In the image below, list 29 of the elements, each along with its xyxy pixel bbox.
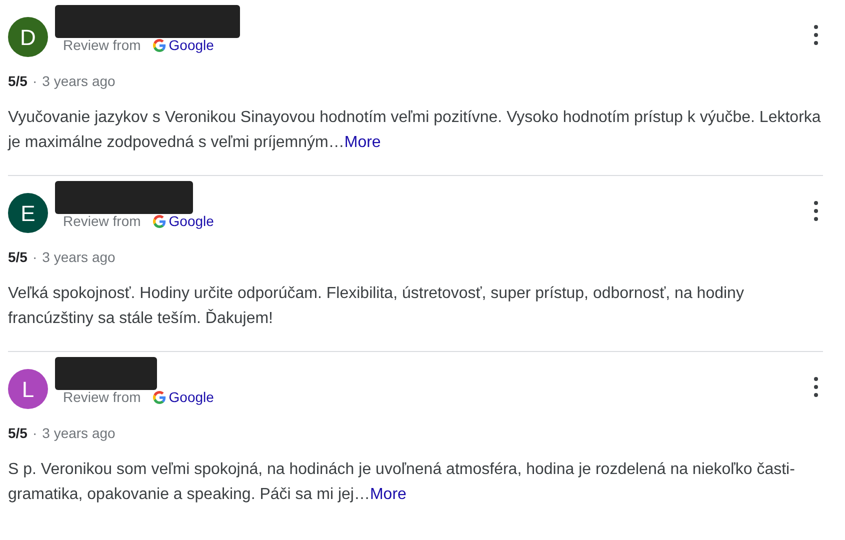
google-link[interactable]: Google (168, 37, 214, 53)
rating: 5/5 (8, 72, 28, 90)
review-source-label: Review from (63, 389, 141, 405)
google-g-icon (152, 38, 166, 52)
review-source-label: Review from (63, 37, 141, 53)
avatar-initial: L (22, 376, 34, 404)
review-source-label: Review from (63, 213, 141, 229)
more-link[interactable]: More (344, 134, 381, 151)
review-time: 3 years ago (42, 424, 116, 443)
review-time: 3 years ago (42, 248, 116, 267)
google-link[interactable]: Google (168, 389, 214, 405)
review-time: 3 years ago (42, 72, 116, 91)
avatar-initial: D (20, 24, 36, 52)
google-g-icon (152, 390, 166, 404)
more-options-icon[interactable] (813, 25, 819, 45)
rating: 5/5 (8, 248, 28, 266)
more-options-icon[interactable] (813, 201, 819, 221)
avatar-initial: E (20, 200, 36, 228)
rating: 5/5 (8, 424, 28, 442)
separator-dot: · (32, 424, 38, 442)
separator-dot: · (32, 72, 38, 90)
review-text: S p. Veronikou som veľmi spokojná, na hodinách je uvoľnená atmosféra, hodina je rozdelená na niekoľko časti-gramatika, opakovanie a speaking. Páči sa mi jej…More (8, 460, 796, 505)
more-options-icon[interactable] (813, 377, 819, 397)
review-text: Veľká spokojnosť. Hodiny určite odporúčam. Flexibilita, ústretovosť, super prístup, odbornosť, na hodiny francúzštiny sa stále teším. Ďakujem! (8, 284, 745, 329)
google-link[interactable]: Google (168, 213, 214, 229)
separator-dot: · (32, 248, 38, 266)
review-text: Vyučovanie jazykov s Veronikou Sinayovou hodnotím veľmi pozitívne. Vysoko hodnotím prístup k výučbe. Lektorka je maximálne zodpovedná s veľmi príjemným…More (8, 108, 822, 153)
google-g-icon (152, 214, 166, 228)
more-link[interactable]: More (370, 486, 406, 503)
